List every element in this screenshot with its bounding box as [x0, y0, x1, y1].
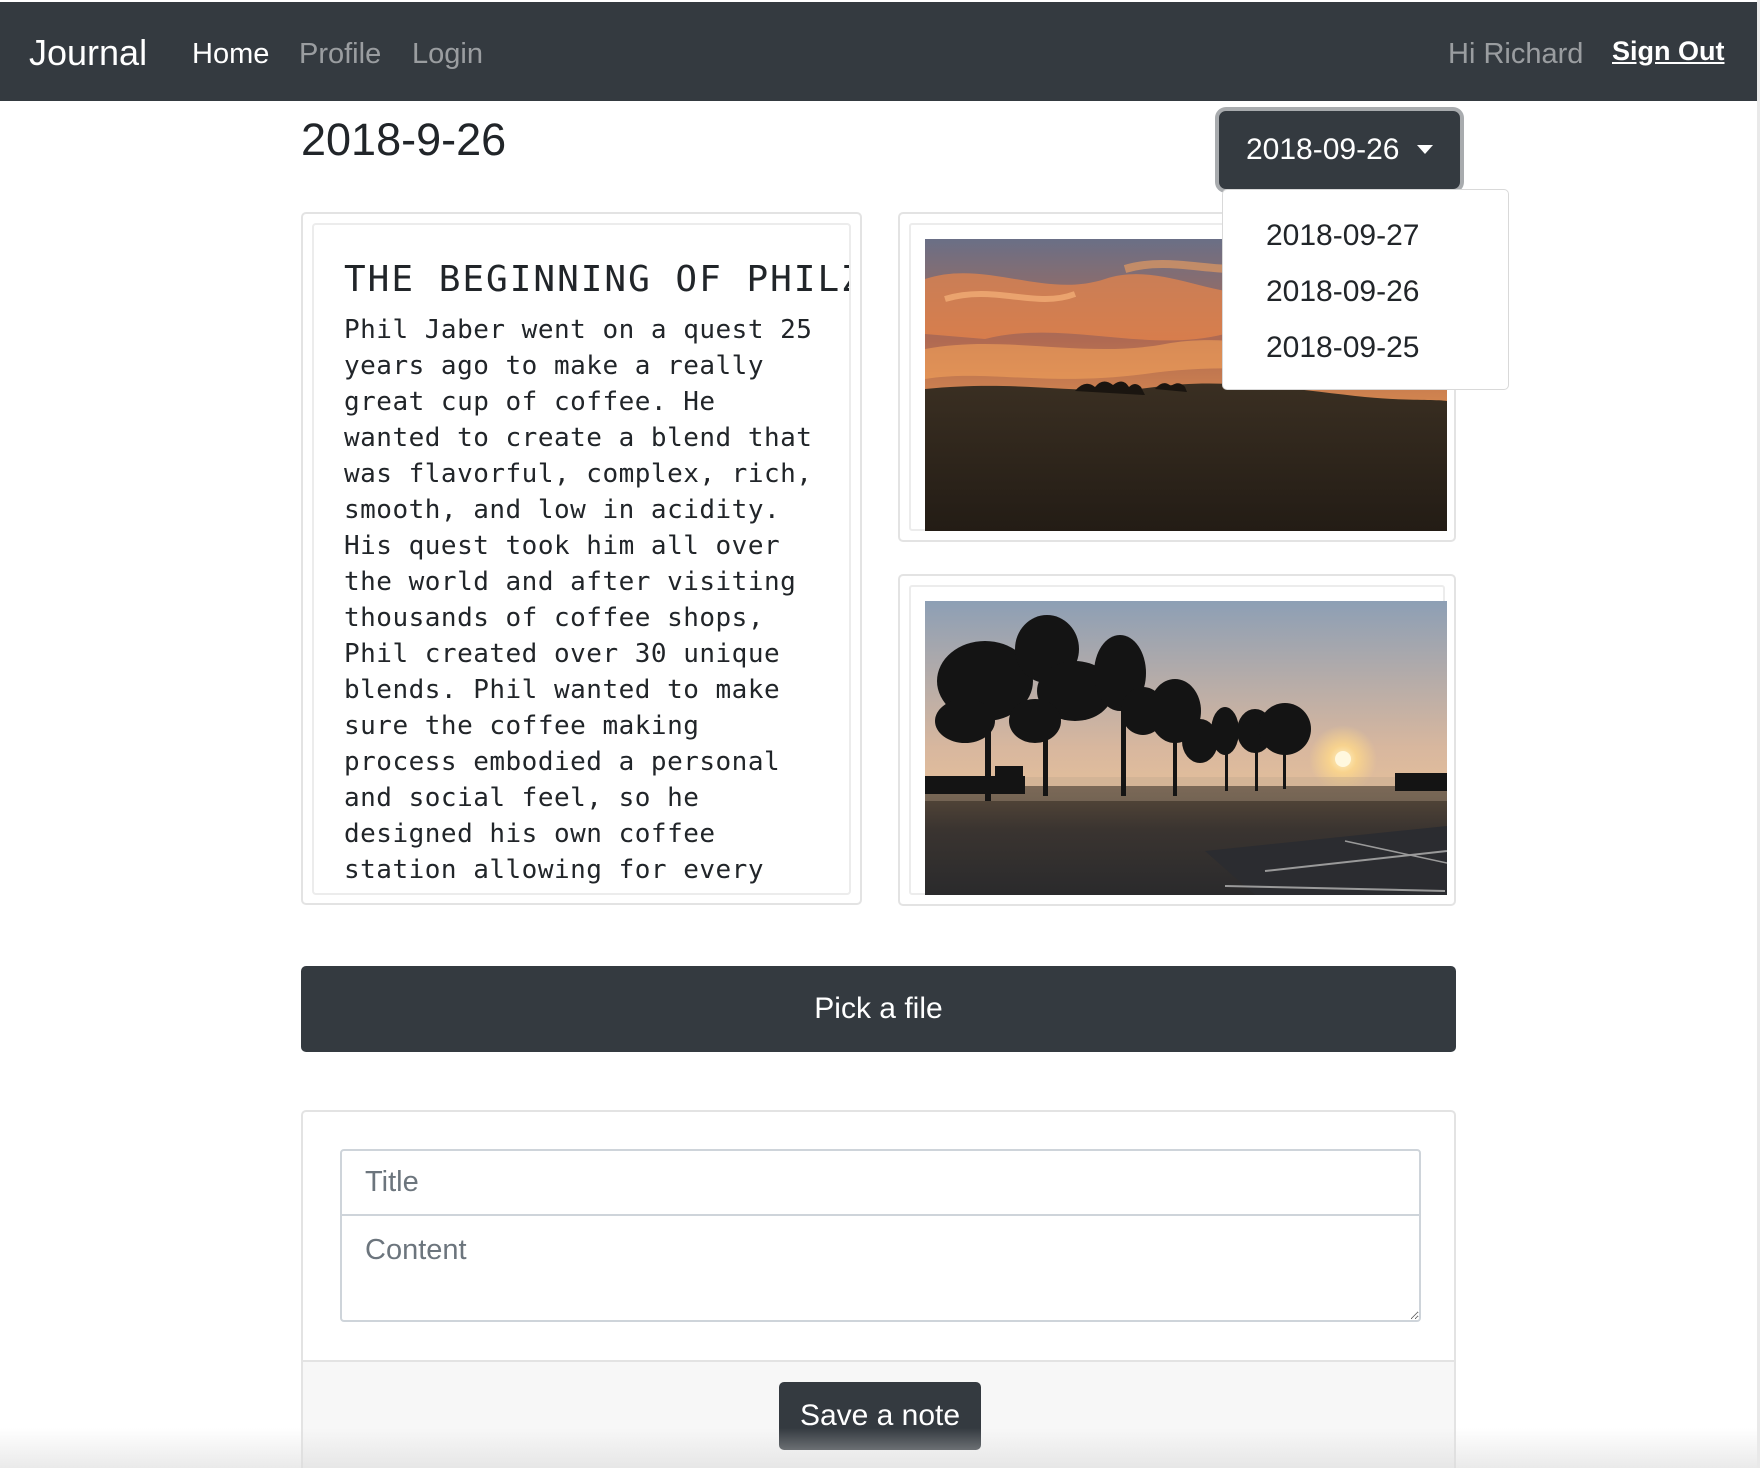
brand-logo[interactable]: Journal [29, 32, 147, 74]
date-option[interactable]: 2018-09-25 [1223, 320, 1508, 376]
date-option[interactable]: 2018-09-27 [1223, 208, 1508, 264]
caret-down-icon [1417, 145, 1433, 154]
journal-page: Journal Home Profile Login Hi Richard Si… [0, 0, 1760, 1468]
top-navbar: Journal Home Profile Login Hi Richard Si… [0, 0, 1760, 101]
nav-link-login[interactable]: Login [412, 38, 483, 71]
note-content-scroll[interactable]: THE BEGINNING OF PHILZ Phil Jaber went o… [312, 223, 851, 895]
image-frame [909, 585, 1447, 895]
date-dropdown-menu: 2018-09-27 2018-09-26 2018-09-25 [1222, 189, 1509, 390]
nav-link-home[interactable]: Home [192, 38, 269, 71]
date-dropdown-selected: 2018-09-26 [1246, 133, 1400, 166]
sign-out-link[interactable]: Sign Out [1612, 36, 1724, 67]
content-textarea[interactable] [340, 1214, 1421, 1322]
form-footer: Save a note [303, 1360, 1454, 1468]
sunrise-trees-photo[interactable] [925, 601, 1447, 895]
nav-link-profile[interactable]: Profile [299, 38, 381, 71]
note-form: Save a note [301, 1110, 1456, 1468]
page-title: 2018-9-26 [301, 114, 507, 165]
pick-file-button[interactable]: Pick a file [301, 966, 1456, 1052]
user-greeting: Hi Richard [1448, 38, 1584, 70]
save-note-button[interactable]: Save a note [779, 1382, 981, 1450]
note-body: Phil Jaber went on a quest 25 years ago … [344, 315, 813, 893]
image-card [898, 574, 1456, 906]
date-option[interactable]: 2018-09-26 [1223, 264, 1508, 320]
title-input[interactable] [340, 1149, 1421, 1216]
date-dropdown-toggle[interactable]: 2018-09-26 [1219, 111, 1460, 189]
note-card: THE BEGINNING OF PHILZ Phil Jaber went o… [301, 212, 862, 905]
note-title: THE BEGINNING OF PHILZ [344, 259, 851, 300]
